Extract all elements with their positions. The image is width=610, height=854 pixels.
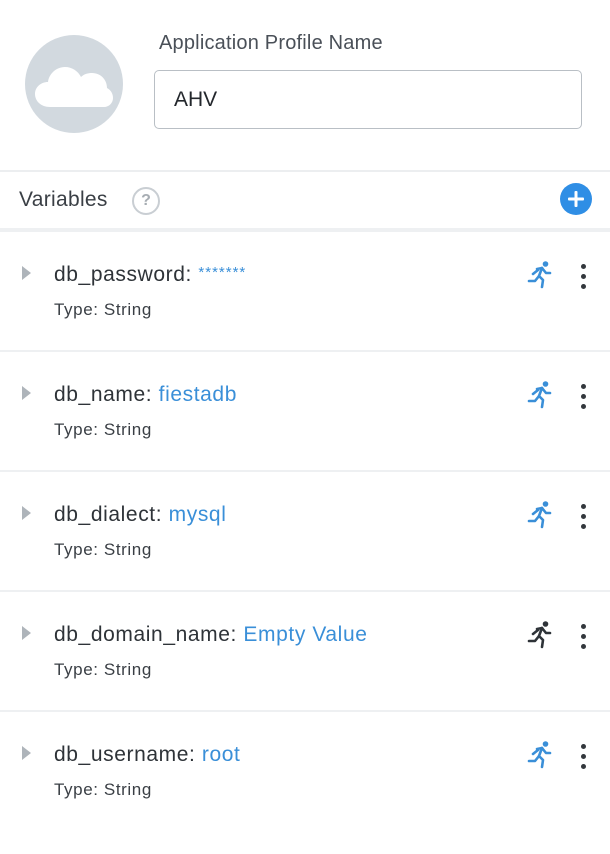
profile-header: Application Profile Name [0,0,610,170]
variable-name: db_dialect: [54,503,163,526]
runtime-editable-icon[interactable] [525,260,555,290]
variable-name: db_name: [54,383,153,406]
more-options-icon[interactable] [576,622,592,652]
variable-row-db-name[interactable]: db_name: fiestadb Type: String [0,352,610,472]
variable-type: Type: String [54,300,152,319]
variable-row-db-dialect[interactable]: db_dialect: mysql Type: String [0,472,610,592]
profile-name-input[interactable] [154,70,582,129]
variable-line: db_dialect: mysql [54,503,226,527]
more-options-icon[interactable] [576,382,592,412]
runtime-not-editable-icon[interactable] [525,620,555,650]
expand-caret-icon[interactable] [22,746,31,760]
variable-type: Type: String [54,420,152,439]
variable-name: db_username: [54,743,196,766]
variable-value: ******* [198,264,247,281]
variables-header: Variables ? [0,172,610,228]
profile-avatar [25,35,123,133]
help-icon[interactable]: ? [132,187,160,215]
more-options-icon[interactable] [576,502,592,532]
variable-value: fiestadb [158,383,237,406]
variable-type: Type: String [54,540,152,559]
variable-value: Empty Value [243,623,368,646]
expand-caret-icon[interactable] [22,266,31,280]
plus-icon [568,191,584,207]
variable-type: Type: String [54,780,152,799]
variable-row-db-password[interactable]: db_password: ******* Type: String [0,232,610,352]
variable-value: root [201,743,241,766]
runtime-editable-icon[interactable] [525,500,555,530]
profile-name-label: Application Profile Name [159,32,383,54]
variable-line: db_password: ******* [54,263,246,287]
expand-caret-icon[interactable] [22,386,31,400]
variable-name: db_domain_name: [54,623,237,646]
variable-row-db-username[interactable]: db_username: root Type: String [0,712,610,830]
variables-list: db_password: ******* Type: String db_nam… [0,232,610,830]
variable-row-db-domain-name[interactable]: db_domain_name: Empty Value Type: String [0,592,610,712]
expand-caret-icon[interactable] [22,506,31,520]
more-options-icon[interactable] [576,262,592,292]
variables-title: Variables [19,188,108,211]
variable-name: db_password: [54,263,192,286]
variable-line: db_username: root [54,743,241,767]
add-variable-button[interactable] [560,183,592,215]
cloud-icon [35,67,113,107]
variable-value: mysql [168,503,227,526]
variable-line: db_domain_name: Empty Value [54,623,368,647]
more-options-icon[interactable] [576,742,592,772]
variable-type: Type: String [54,660,152,679]
runtime-editable-icon[interactable] [525,740,555,770]
expand-caret-icon[interactable] [22,626,31,640]
application-profile-panel: Application Profile Name Variables ? db_… [0,0,610,854]
variable-line: db_name: fiestadb [54,383,237,407]
runtime-editable-icon[interactable] [525,380,555,410]
